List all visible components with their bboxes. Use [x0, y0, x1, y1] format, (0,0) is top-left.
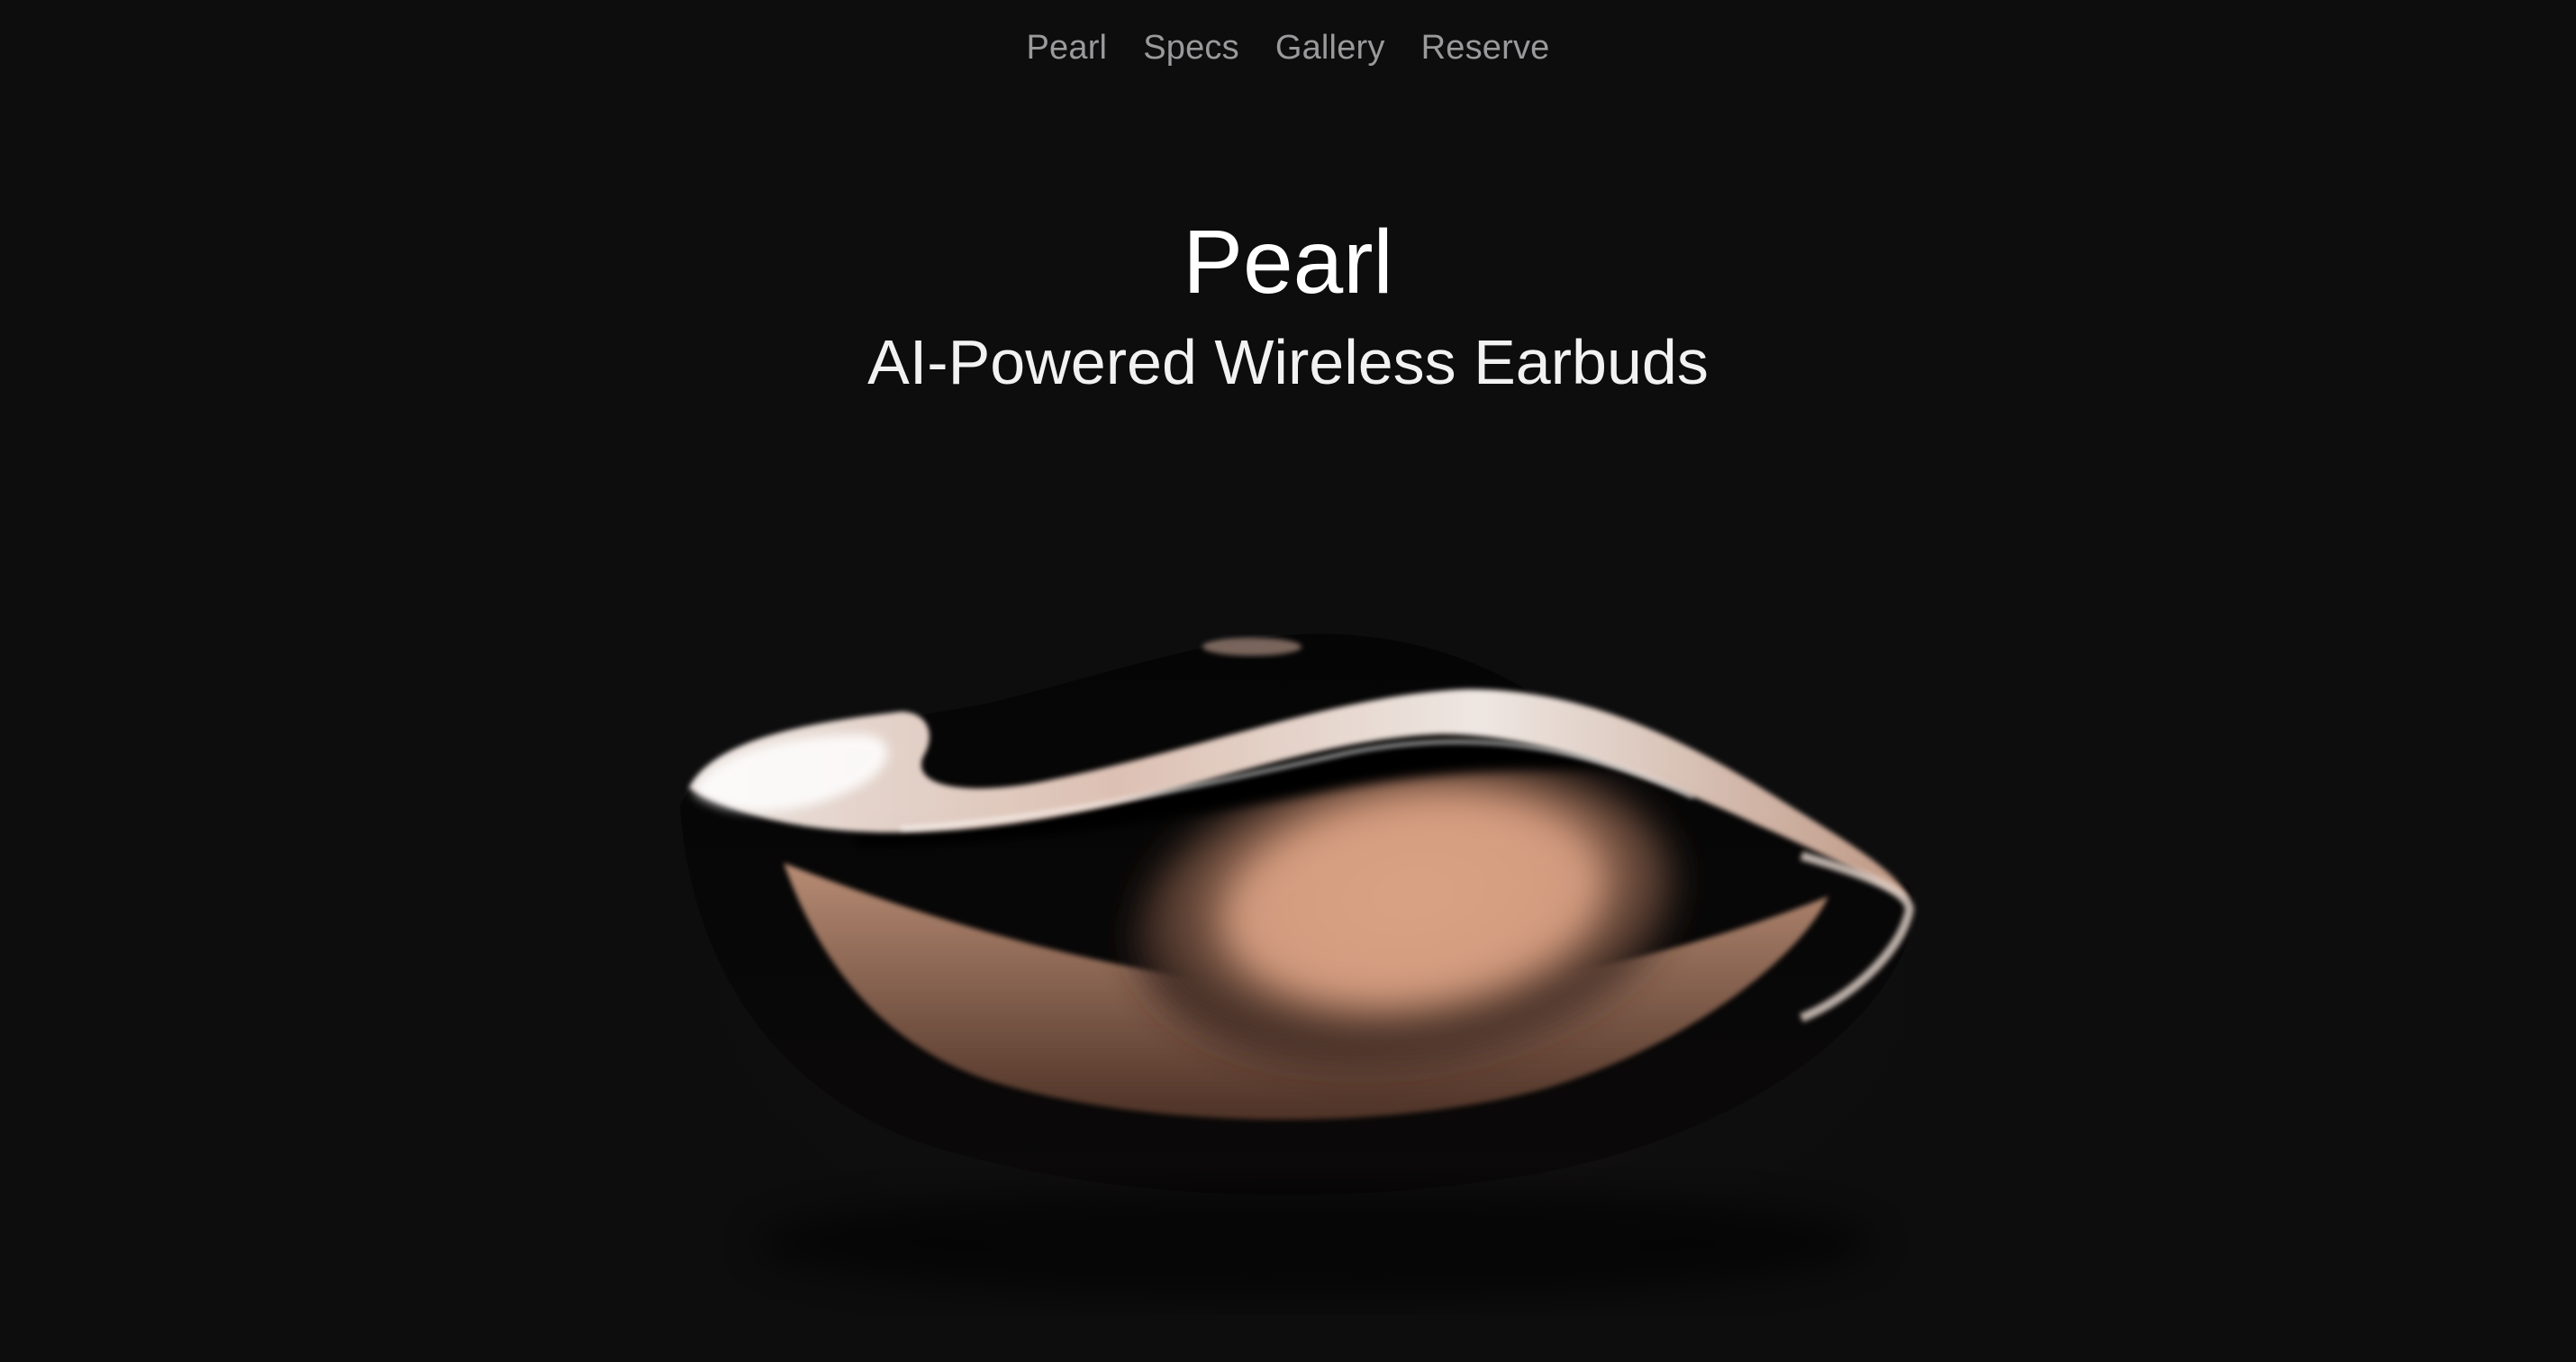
- nav-link-specs[interactable]: Specs: [1143, 25, 1239, 71]
- nav-link-gallery[interactable]: Gallery: [1275, 25, 1385, 71]
- earbud-product-image: [630, 613, 2000, 1297]
- nav-link-reserve[interactable]: Reserve: [1421, 25, 1550, 71]
- nav-link-pearl[interactable]: Pearl: [1026, 25, 1107, 71]
- hero-subtitle: AI-Powered Wireless Earbuds: [867, 327, 1709, 397]
- hero-title: Pearl: [1183, 212, 1393, 313]
- top-nav: Pearl Specs Gallery Reserve: [0, 25, 2576, 71]
